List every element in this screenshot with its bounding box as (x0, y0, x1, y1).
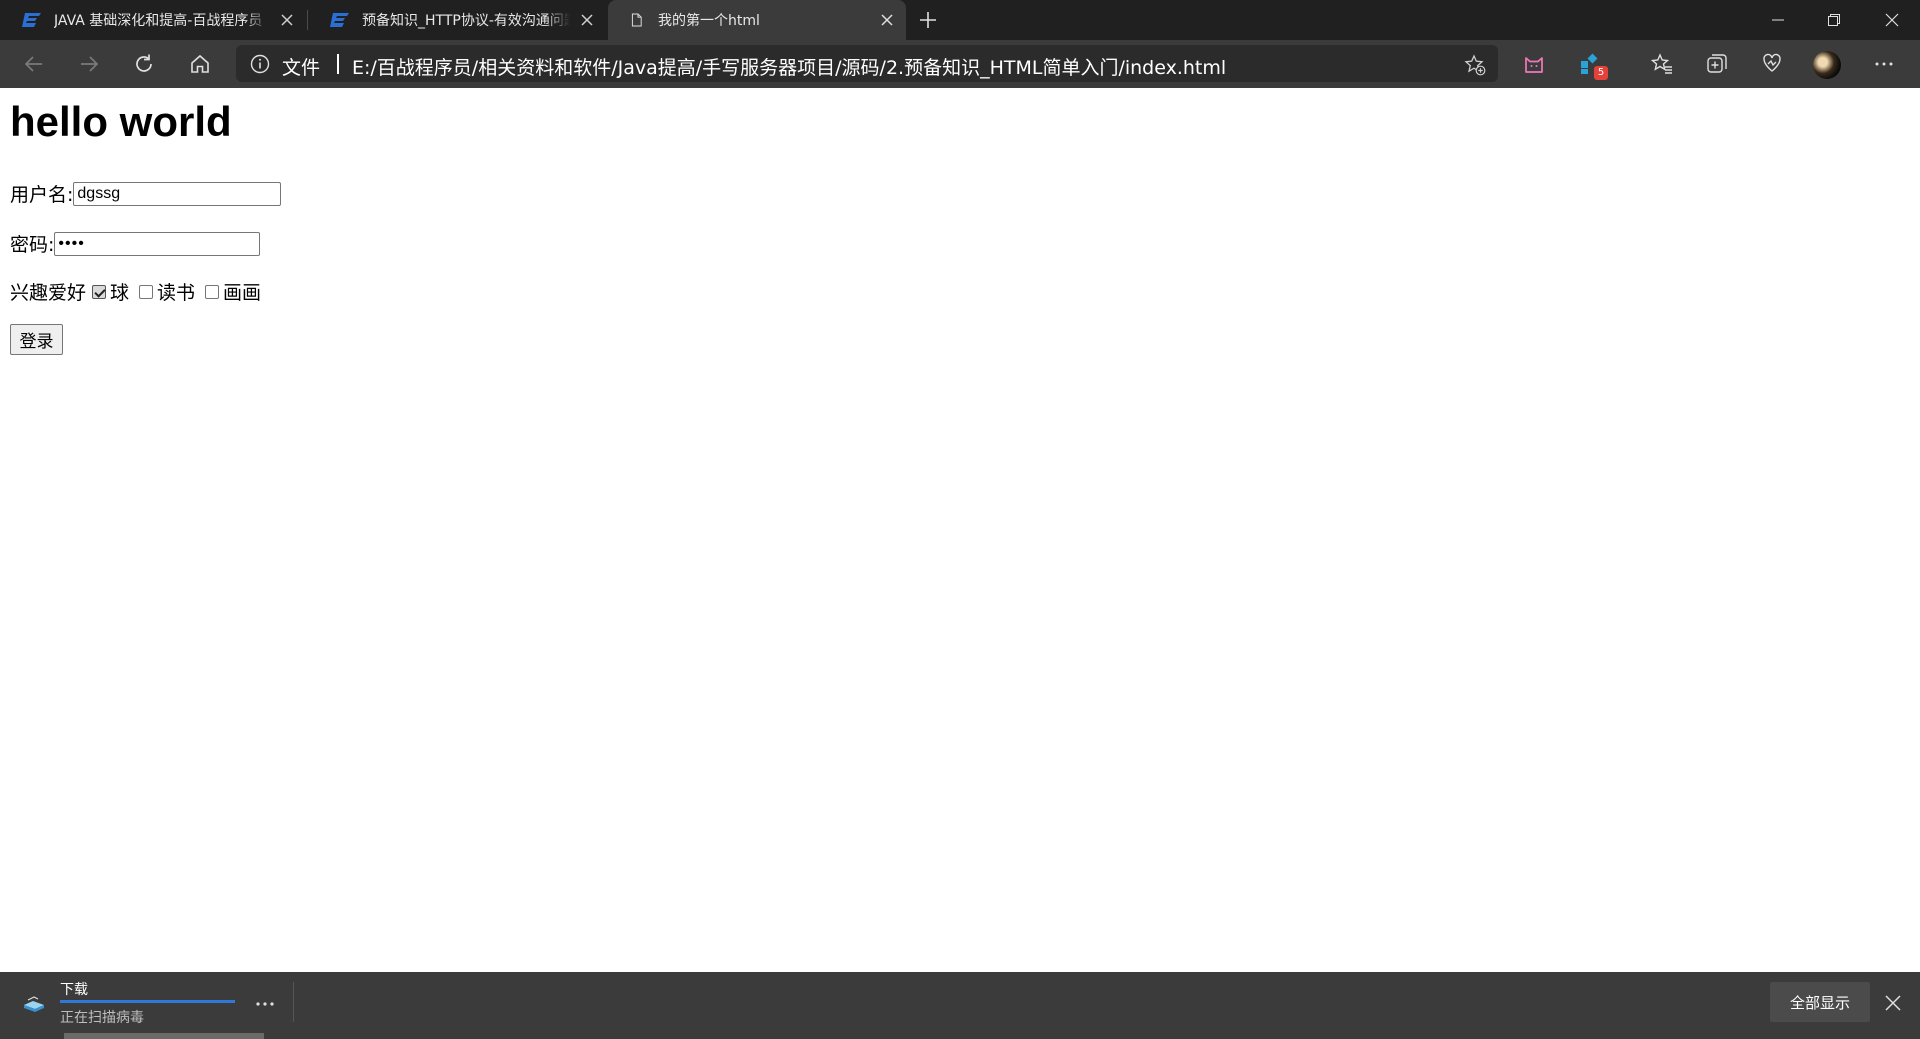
close-icon[interactable] (880, 13, 894, 27)
hobby-checkbox-drawing[interactable] (205, 284, 220, 299)
hobby-label-reading: 读书 (157, 282, 196, 304)
home-icon (191, 54, 209, 73)
page-heading: hello world (10, 98, 232, 145)
close-icon[interactable] (580, 13, 594, 27)
tab-title: JAVA 基础深化和提高-百战程序员 (54, 13, 263, 29)
tab-my-first-html[interactable]: 我的第一个html (608, 0, 906, 40)
home-button[interactable] (186, 50, 214, 78)
hobby-label-drawing: 画画 (223, 282, 262, 304)
profile-avatar[interactable] (1813, 51, 1841, 79)
login-button[interactable]: 登录 (10, 324, 63, 355)
download-progress-bar (60, 1000, 235, 1003)
performance-button[interactable] (1758, 50, 1786, 78)
back-button[interactable] (20, 50, 48, 78)
address-url[interactable]: E:/百战程序员/相关资料和软件/Java提高/手写服务器项目/源码/2.预备知… (352, 53, 1226, 80)
heart-pulse-icon (1763, 53, 1781, 72)
hobby-checkbox-ball[interactable] (92, 284, 107, 299)
site-logo-icon (22, 13, 41, 27)
tab-title: 预备知识_HTTP协议-有效沟通问题 (362, 13, 570, 29)
address-scheme-label: 文件 (282, 57, 321, 79)
download-separator (293, 982, 294, 1022)
page-content: hello world 用户名: 密码: 兴趣爱好 球 读书 画画 登录 (0, 88, 1920, 972)
tab-title: 我的第一个html (658, 13, 760, 29)
collections-icon (1707, 54, 1727, 73)
hobby-checkbox-reading[interactable] (139, 284, 154, 299)
favorites-button[interactable] (1648, 50, 1676, 78)
add-favorite-icon[interactable] (1464, 54, 1486, 76)
close-icon (1885, 13, 1899, 27)
cat-icon (1525, 57, 1543, 73)
username-row: 用户名: (10, 180, 282, 207)
browser-titlebar: JAVA 基础深化和提高-百战程序员 预备知识_HTTP协议-有效沟通问题 我的… (0, 0, 1920, 40)
download-file-icon (24, 996, 44, 1012)
address-bar[interactable]: 文件 E:/百战程序员/相关资料和软件/Java提高/手写服务器项目/源码/2.… (236, 45, 1498, 82)
more-icon[interactable] (252, 994, 278, 1014)
password-label: 密码: (10, 234, 55, 256)
refresh-button[interactable] (130, 50, 158, 78)
minimize-icon (1772, 19, 1784, 21)
new-tab-button[interactable] (916, 9, 940, 31)
hobby-label-ball: 球 (110, 282, 130, 304)
minimize-button[interactable] (1750, 0, 1806, 40)
close-icon[interactable] (1882, 992, 1904, 1014)
collections-button[interactable] (1703, 50, 1731, 78)
favorites-icon (1650, 53, 1672, 74)
restore-icon (1828, 14, 1840, 26)
hobbies-label: 兴趣爱好 (10, 282, 87, 304)
close-icon[interactable] (280, 13, 294, 27)
password-row: 密码: (10, 230, 261, 257)
settings-menu-button[interactable] (1870, 50, 1898, 78)
site-logo-icon (330, 13, 349, 27)
download-status: 正在扫描病毒 (60, 1010, 144, 1026)
horizontal-scrollbar[interactable] (64, 1033, 264, 1039)
arrow-right-icon (81, 56, 99, 72)
more-icon (1875, 62, 1893, 66)
tab-java-course[interactable]: JAVA 基础深化和提高-百战程序员 (0, 0, 306, 40)
tab-http-protocol[interactable]: 预备知识_HTTP协议-有效沟通问题 (308, 0, 606, 40)
info-icon[interactable] (250, 54, 270, 74)
address-divider (337, 54, 339, 74)
download-bar: 下载 正在扫描病毒 全部显示 (0, 972, 1920, 1039)
forward-button[interactable] (75, 50, 103, 78)
password-input[interactable] (54, 231, 261, 256)
extension-badge: 5 (1594, 66, 1608, 80)
download-title: 下载 (60, 982, 88, 998)
username-label: 用户名: (10, 184, 74, 206)
username-input[interactable] (73, 181, 282, 206)
arrow-left-icon (24, 56, 42, 72)
cat-extension-button[interactable] (1520, 50, 1548, 78)
show-all-downloads-button[interactable]: 全部显示 (1770, 982, 1870, 1022)
close-window-button[interactable] (1864, 0, 1920, 40)
restore-button[interactable] (1806, 0, 1862, 40)
hobbies-row: 兴趣爱好 球 读书 画画 (10, 278, 261, 305)
refresh-icon (136, 54, 152, 72)
document-icon (631, 13, 642, 27)
browser-toolbar: 文件 E:/百战程序员/相关资料和软件/Java提高/手写服务器项目/源码/2.… (0, 40, 1920, 115)
